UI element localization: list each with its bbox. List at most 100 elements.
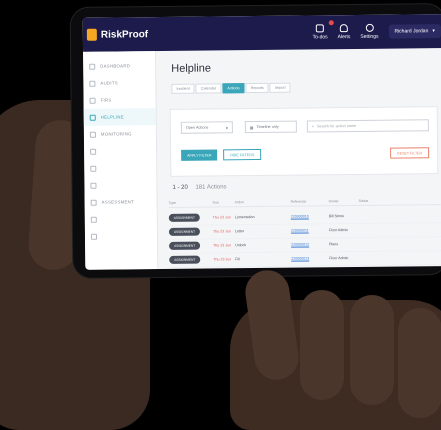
sidebar-item-audits[interactable]: AUDITS bbox=[83, 74, 155, 92]
column-header[interactable]: Reference bbox=[291, 199, 329, 204]
timeline-select[interactable]: ▦ Timeline only bbox=[244, 120, 297, 134]
column-header[interactable]: Action bbox=[235, 200, 291, 204]
owner: Floor Admin bbox=[329, 256, 349, 261]
finger bbox=[350, 295, 394, 405]
sidebar-item-assessment[interactable]: ASSESSMENT bbox=[85, 193, 157, 211]
results-total: 181 Actions bbox=[195, 184, 227, 191]
type-badge: ASSIGNMENT bbox=[168, 227, 201, 236]
clipboard-icon bbox=[89, 80, 96, 87]
logo-mark-icon bbox=[86, 28, 97, 41]
owner: Plans bbox=[329, 242, 339, 247]
sidebar-item-label: MONITORING bbox=[100, 131, 132, 137]
filter-panel: Open Actions ▾ ▦ Timeline only ⌕ Search … bbox=[169, 106, 439, 177]
sidebar-item-dashboard[interactable]: DASHBOARD bbox=[83, 57, 155, 75]
type-badge: ASSIGNMENT bbox=[168, 213, 200, 222]
action-name: Unlock bbox=[235, 243, 247, 248]
tab-import[interactable]: Import bbox=[269, 82, 291, 93]
sidebar-item-label: ASSESSMENT bbox=[101, 199, 135, 205]
brand-name: RiskProof bbox=[100, 28, 149, 41]
sidebar-item-label: DASHBOARD bbox=[100, 63, 131, 69]
tab-calendar[interactable]: Calendar bbox=[195, 83, 222, 94]
sidebar-item-label: AUDITS bbox=[100, 80, 118, 86]
tab-bar: Incident Calendar Actions Reports Import bbox=[171, 82, 291, 94]
finger bbox=[398, 308, 441, 418]
timeline-select-value: Timeline only bbox=[256, 124, 279, 130]
top-bar: RiskProof To-dos Alerts Settings Richard… bbox=[82, 14, 441, 52]
search-icon: ⌕ bbox=[311, 124, 315, 129]
tab-incident[interactable]: Incident bbox=[171, 83, 195, 94]
due-date: Thu 23 Jun bbox=[212, 215, 231, 220]
type-badge: ASSIGNMENT bbox=[169, 241, 201, 250]
reference-link[interactable]: 220000010 bbox=[291, 214, 329, 218]
settings-label: Settings bbox=[360, 33, 379, 40]
action-name: Letter bbox=[234, 229, 245, 234]
search-input[interactable]: ⌕ Search for action name bbox=[306, 119, 429, 133]
table-header: Type Due Action Reference Owner Status bbox=[168, 198, 441, 208]
action-name: Lamentation bbox=[234, 215, 255, 220]
menu-item-icon bbox=[90, 165, 97, 172]
right-hand bbox=[230, 267, 441, 430]
chevron-down-icon: ▾ bbox=[225, 124, 228, 130]
sidebar-item-8[interactable] bbox=[84, 176, 156, 194]
table-row[interactable]: ASSIGNMENT Thu 23 Jun Fill 220000013 Flo… bbox=[169, 250, 441, 268]
hide-filters-button[interactable]: HIDE FILTERS bbox=[223, 148, 262, 161]
settings-button[interactable]: Settings bbox=[360, 23, 379, 40]
column-header[interactable]: Due bbox=[213, 200, 235, 204]
action-name: Fill bbox=[235, 257, 240, 262]
checklist-icon bbox=[315, 24, 325, 33]
tablet-screen: RiskProof To-dos Alerts Settings Richard… bbox=[82, 14, 441, 270]
finger bbox=[300, 290, 344, 400]
status-select[interactable]: Open Actions ▾ bbox=[180, 121, 233, 134]
results-count: 1 - 20 181 Actions bbox=[172, 184, 226, 191]
brand-logo[interactable]: RiskProof bbox=[86, 28, 149, 41]
owner: Floor Admin bbox=[328, 228, 349, 233]
alerts-label: Alerts bbox=[337, 34, 351, 41]
menu-item-icon bbox=[90, 233, 98, 240]
tab-reports[interactable]: Reports bbox=[245, 82, 269, 94]
sidebar-item-7[interactable] bbox=[84, 159, 156, 177]
apply-filter-button[interactable]: APPLY FILTER bbox=[181, 149, 218, 161]
column-header[interactable]: Owner bbox=[329, 199, 359, 203]
alerts-button[interactable]: Alerts bbox=[337, 24, 350, 40]
todos-label: To-dos bbox=[312, 34, 328, 41]
tab-actions[interactable]: Actions bbox=[222, 83, 245, 94]
top-bar-actions: To-dos Alerts Settings Richard Jordan ▾ bbox=[312, 14, 441, 49]
chevron-down-icon: ▾ bbox=[432, 28, 435, 35]
column-header[interactable]: Status bbox=[359, 198, 441, 203]
menu-item-icon bbox=[90, 216, 97, 223]
due-date: Thu 23 Jun bbox=[213, 257, 232, 262]
sidebar-item-firs[interactable]: FIRS bbox=[83, 91, 155, 109]
user-menu[interactable]: Richard Jordan ▾ bbox=[388, 24, 441, 39]
status-select-value: Open Actions bbox=[185, 125, 209, 130]
reference-link[interactable]: 220000012 bbox=[291, 242, 329, 246]
sidebar-item-monitoring[interactable]: MONITORING bbox=[84, 125, 156, 143]
sidebar-item-10[interactable] bbox=[85, 210, 157, 228]
sidebar-item-6[interactable] bbox=[84, 142, 156, 160]
headset-icon bbox=[89, 114, 96, 121]
reference-link[interactable]: 220000013 bbox=[291, 256, 329, 260]
calendar-icon: ▦ bbox=[249, 125, 254, 130]
due-date: Thu 23 Jun bbox=[212, 229, 231, 234]
monitor-icon bbox=[89, 131, 96, 138]
sidebar-item-11[interactable] bbox=[85, 227, 157, 245]
bell-icon bbox=[339, 24, 348, 33]
column-header[interactable]: Type bbox=[169, 200, 213, 205]
sidebar: DASHBOARD AUDITS FIRS HELPLINE MONITORIN… bbox=[83, 51, 159, 270]
search-placeholder: Search for action name bbox=[316, 123, 357, 129]
owner: Bill Stone bbox=[328, 214, 344, 219]
sidebar-item-label: FIRS bbox=[100, 97, 112, 103]
reset-filter-button[interactable]: RESET FILTER bbox=[390, 147, 430, 159]
finger bbox=[242, 267, 302, 383]
reference-link[interactable]: 220000011 bbox=[291, 228, 329, 232]
document-icon bbox=[89, 97, 96, 104]
page-title: Helpline bbox=[171, 62, 212, 75]
gear-icon bbox=[365, 23, 374, 32]
main-content: Helpline Incident Calendar Actions Repor… bbox=[155, 48, 441, 269]
results-range: 1 - 20 bbox=[172, 184, 188, 191]
todos-badge bbox=[328, 20, 334, 26]
user-name: Richard Jordan bbox=[394, 28, 429, 35]
type-badge: ASSIGNMENT bbox=[169, 255, 201, 264]
sidebar-item-helpline[interactable]: HELPLINE bbox=[83, 108, 156, 126]
todos-button[interactable]: To-dos bbox=[312, 20, 334, 41]
menu-item-icon bbox=[90, 148, 97, 155]
